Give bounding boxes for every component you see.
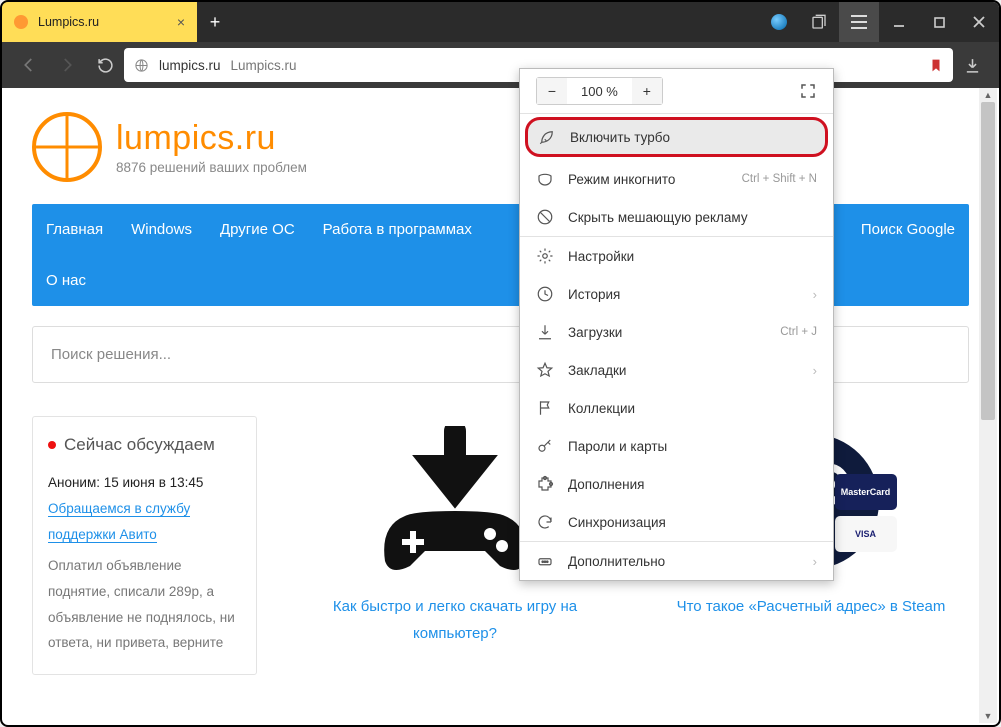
chevron-right-icon: › xyxy=(813,287,817,302)
forward-button xyxy=(48,46,86,84)
menu-passwords[interactable]: Пароли и карты xyxy=(520,427,833,465)
live-dot-icon xyxy=(48,441,56,449)
zoom-row: − 100 % + xyxy=(520,69,833,113)
mask-icon xyxy=(536,170,554,188)
puzzle-icon xyxy=(536,475,554,493)
close-window-button[interactable] xyxy=(959,2,999,42)
collections-icon[interactable] xyxy=(799,2,839,42)
scroll-up-icon[interactable]: ▲ xyxy=(979,88,997,102)
fullscreen-button[interactable] xyxy=(799,82,817,100)
nav-google[interactable]: Поиск Google xyxy=(847,204,969,255)
menu-sync[interactable]: Синхронизация xyxy=(520,503,833,541)
menu-addons[interactable]: Дополнения xyxy=(520,465,833,503)
vertical-scrollbar[interactable]: ▲ ▼ xyxy=(979,88,997,723)
rocket-icon xyxy=(538,128,556,146)
bookmark-icon[interactable] xyxy=(929,57,943,74)
flag-icon xyxy=(536,399,554,417)
menu-button[interactable] xyxy=(839,2,879,42)
menu-hide-ads[interactable]: Скрыть мешающую рекламу xyxy=(520,198,833,236)
menu-incognito[interactable]: Режим инкогнито Ctrl + Shift + N xyxy=(520,160,833,198)
page-content: lumpics.ru 8876 решений ваших проблем Гл… xyxy=(4,90,997,723)
menu-settings[interactable]: Настройки xyxy=(520,237,833,275)
shortcut-label: Ctrl + Shift + N xyxy=(742,173,817,185)
sidebar-discussion: Сейчас обсуждаем Аноним: 15 июня в 13:45… xyxy=(32,416,257,675)
zoom-out-button[interactable]: − xyxy=(537,78,567,104)
menu-history[interactable]: История › xyxy=(520,275,833,313)
downloads-button[interactable] xyxy=(953,46,991,84)
maximize-button[interactable] xyxy=(919,2,959,42)
comment-meta: Аноним: 15 июня в 13:45 xyxy=(48,475,241,490)
site-subtitle: 8876 решений ваших проблем xyxy=(116,160,307,175)
visa-badge: VISA xyxy=(835,516,897,552)
mastercard-badge: MasterCard xyxy=(835,474,897,510)
minimize-button[interactable] xyxy=(879,2,919,42)
address-url: lumpics.ru xyxy=(159,58,221,73)
comment-body: Оплатил объявление поднятие, списали 289… xyxy=(48,553,241,656)
nav-programs[interactable]: Работа в программах xyxy=(309,204,486,255)
back-button[interactable] xyxy=(10,46,48,84)
tab-title: Lumpics.ru xyxy=(38,15,167,29)
browser-tab[interactable]: Lumpics.ru × xyxy=(2,2,197,42)
nav-about[interactable]: О нас xyxy=(32,255,100,306)
nav-home[interactable]: Главная xyxy=(32,204,117,255)
block-icon xyxy=(536,208,554,226)
menu-bookmarks[interactable]: Закладки › xyxy=(520,351,833,389)
zoom-in-button[interactable]: + xyxy=(632,78,662,104)
toolbar: lumpics.ru Lumpics.ru xyxy=(2,42,999,88)
key-icon xyxy=(536,437,554,455)
site-title: lumpics.ru xyxy=(116,119,307,158)
nav-windows[interactable]: Windows xyxy=(117,204,206,255)
comment-link[interactable]: Обращаемся в службу поддержки Авито xyxy=(48,501,190,543)
zoom-value: 100 % xyxy=(567,84,632,99)
card-title: Как быстро и легко скачать игру на компь… xyxy=(297,593,613,647)
sync-icon xyxy=(536,513,554,531)
scroll-down-icon[interactable]: ▼ xyxy=(979,709,997,723)
gear-icon xyxy=(536,247,554,265)
star-icon xyxy=(536,361,554,379)
reload-button[interactable] xyxy=(86,46,124,84)
download-icon xyxy=(536,323,554,341)
site-logo[interactable] xyxy=(32,112,102,182)
titlebar: Lumpics.ru × + xyxy=(2,2,999,42)
close-tab-icon[interactable]: × xyxy=(177,14,185,30)
sidebar-heading: Сейчас обсуждаем xyxy=(48,435,241,455)
nav-other-os[interactable]: Другие ОС xyxy=(206,204,309,255)
address-title: Lumpics.ru xyxy=(231,58,297,73)
profile-avatar[interactable] xyxy=(759,2,799,42)
more-icon xyxy=(536,552,554,570)
menu-more[interactable]: Дополнительно › xyxy=(520,542,833,580)
menu-downloads[interactable]: Загрузки Ctrl + J xyxy=(520,313,833,351)
chevron-right-icon: › xyxy=(813,554,817,569)
favicon xyxy=(14,15,28,29)
main-menu-panel: − 100 % + Включить турбо Режим инкогнито… xyxy=(519,68,834,581)
scrollbar-thumb[interactable] xyxy=(981,102,995,420)
menu-collections[interactable]: Коллекции xyxy=(520,389,833,427)
card-title: Что такое «Расчетный адрес» в Steam xyxy=(653,593,969,620)
menu-turbo[interactable]: Включить турбо xyxy=(526,118,827,156)
history-icon xyxy=(536,285,554,303)
new-tab-button[interactable]: + xyxy=(197,2,233,42)
chevron-right-icon: › xyxy=(813,363,817,378)
shortcut-label: Ctrl + J xyxy=(780,326,817,338)
globe-icon xyxy=(134,58,149,73)
